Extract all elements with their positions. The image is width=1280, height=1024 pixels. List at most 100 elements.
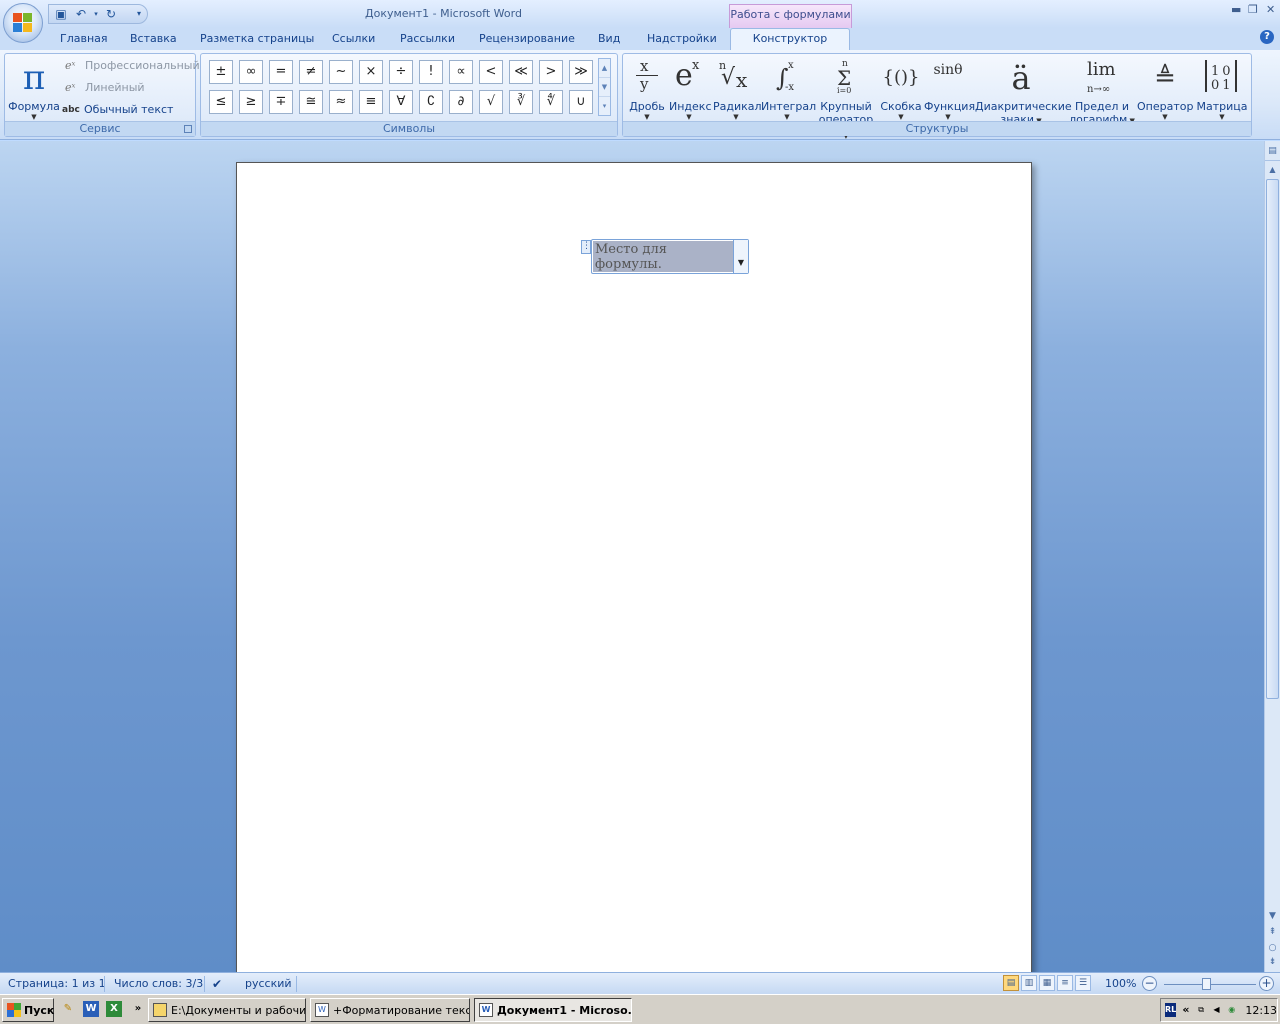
- undo-dropdown-icon[interactable]: ▾: [93, 6, 99, 22]
- page-count[interactable]: Страница: 1 из 1: [8, 977, 106, 990]
- minimize-icon[interactable]: ▬: [1231, 3, 1241, 16]
- index-button[interactable]: e x Индекс ▼: [669, 56, 712, 121]
- zoom-out-button[interactable]: −: [1142, 976, 1157, 991]
- tab-mailings[interactable]: Рассылки: [400, 32, 455, 45]
- radical-button[interactable]: n √ x Радикал ▼: [713, 56, 762, 121]
- ruler-toggle-icon[interactable]: ▤: [1265, 141, 1280, 161]
- taskbar-item-explorer[interactable]: E:\Документы и рабочи...: [148, 998, 306, 1022]
- symbol-button[interactable]: ∜: [539, 90, 563, 114]
- tab-review[interactable]: Рецензирование: [479, 32, 575, 45]
- clock[interactable]: 12:13: [1245, 1004, 1277, 1017]
- language-indicator[interactable]: русский: [245, 977, 292, 990]
- symbol-button[interactable]: ≡: [359, 90, 383, 114]
- office-button[interactable]: [3, 3, 43, 43]
- diacritics-button[interactable]: ä Диакритические знаки ▼: [975, 56, 1072, 128]
- symbol-button[interactable]: ±: [209, 60, 233, 84]
- antivirus-icon[interactable]: ◉: [1226, 1003, 1237, 1017]
- professional-button[interactable]: eˣ Профессиональный: [65, 59, 200, 72]
- volume-icon[interactable]: ◀: [1211, 1003, 1222, 1017]
- draft-icon[interactable]: ☰: [1075, 975, 1091, 991]
- start-button[interactable]: Пуск: [2, 998, 54, 1022]
- taskbar-item-document1[interactable]: W Документ1 - Microso...: [474, 998, 632, 1022]
- formula-button[interactable]: π Формула ▼: [7, 56, 61, 121]
- limit-log-button[interactable]: lim n→∞ Предел и логарифм ▼: [1069, 56, 1135, 128]
- symbol-button[interactable]: ≈: [329, 90, 353, 114]
- plain-text-button[interactable]: abc Обычный текст: [62, 103, 173, 116]
- tab-insert[interactable]: Вставка: [130, 32, 177, 45]
- print-layout-icon[interactable]: ▤: [1003, 975, 1019, 991]
- symbol-button[interactable]: =: [269, 60, 293, 84]
- scroll-up-icon[interactable]: ▲: [1266, 163, 1279, 177]
- undo-icon[interactable]: ↶: [73, 6, 89, 22]
- symbol-button[interactable]: ≠: [299, 60, 323, 84]
- symbol-button[interactable]: >: [539, 60, 563, 84]
- symbol-button[interactable]: ∝: [449, 60, 473, 84]
- symbol-button[interactable]: ≥: [239, 90, 263, 114]
- zoom-level[interactable]: 100%: [1105, 977, 1136, 990]
- function-button[interactable]: sinθ Функция ▼: [924, 56, 975, 121]
- matrix-button[interactable]: 10 01 Матрица ▼: [1195, 56, 1249, 121]
- fraction-button[interactable]: x y Дробь ▼: [627, 56, 667, 121]
- web-layout-icon[interactable]: ▦: [1039, 975, 1055, 991]
- tab-references[interactable]: Ссылки: [332, 32, 375, 45]
- zoom-in-button[interactable]: +: [1259, 976, 1274, 991]
- symbol-button[interactable]: ≫: [569, 60, 593, 84]
- outline-icon[interactable]: ≡: [1057, 975, 1073, 991]
- document-page[interactable]: ⋮ Место для формулы. ▼: [236, 162, 1032, 972]
- symbol-button[interactable]: ∂: [449, 90, 473, 114]
- proofing-icon[interactable]: ✔: [212, 977, 222, 991]
- symbol-button[interactable]: ∀: [389, 90, 413, 114]
- operator-button[interactable]: ≜ Оператор ▼: [1137, 56, 1193, 121]
- symbol-button[interactable]: ∛: [509, 90, 533, 114]
- symbol-button[interactable]: ÷: [389, 60, 413, 84]
- symbol-button[interactable]: <: [479, 60, 503, 84]
- network-icon[interactable]: ⧉: [1196, 1003, 1207, 1017]
- full-screen-reading-icon[interactable]: ▥: [1021, 975, 1037, 991]
- equation-container[interactable]: Место для формулы. ▼: [591, 239, 749, 274]
- scroll-thumb[interactable]: [1266, 179, 1279, 699]
- quicklaunch-more-icon[interactable]: »: [130, 1001, 146, 1017]
- symbol-button[interactable]: √: [479, 90, 503, 114]
- symbol-button[interactable]: ≤: [209, 90, 233, 114]
- redo-icon[interactable]: ↻: [103, 6, 119, 22]
- dialog-launcher-icon[interactable]: [184, 125, 192, 133]
- symbol-button[interactable]: !: [419, 60, 443, 84]
- vertical-scrollbar[interactable]: ▤ ▲ ▼ ⇞ ○ ⇟: [1264, 141, 1280, 972]
- browse-object-icon[interactable]: ○: [1265, 943, 1280, 953]
- language-bar-icon[interactable]: RL: [1165, 1003, 1177, 1017]
- previous-page-icon[interactable]: ⇞: [1265, 927, 1280, 937]
- folder-quicklaunch-icon[interactable]: ✎: [60, 1001, 76, 1017]
- equation-move-handle[interactable]: ⋮: [581, 240, 591, 254]
- equation-options-dropdown[interactable]: ▼: [733, 240, 748, 273]
- symbol-button[interactable]: ≪: [509, 60, 533, 84]
- scroll-down-icon[interactable]: ▼: [1265, 911, 1280, 921]
- customize-qat-icon[interactable]: ▾: [131, 6, 147, 22]
- next-page-icon[interactable]: ⇟: [1265, 957, 1280, 967]
- equation-placeholder[interactable]: Место для формулы.: [593, 241, 733, 272]
- taskbar-item-formatting-doc[interactable]: W +Форматирование текс...: [310, 998, 470, 1022]
- restore-icon[interactable]: ❐: [1248, 3, 1258, 16]
- gallery-down-icon[interactable]: ▼: [599, 78, 610, 97]
- word-count[interactable]: Число слов: 3/3: [114, 977, 203, 990]
- tab-home[interactable]: Главная: [60, 32, 108, 45]
- symbol-button[interactable]: ≅: [299, 90, 323, 114]
- tab-addins[interactable]: Надстройки: [647, 32, 717, 45]
- symbol-button[interactable]: ∞: [239, 60, 263, 84]
- word-quicklaunch-icon[interactable]: W: [83, 1001, 99, 1017]
- symbol-button[interactable]: ∁: [419, 90, 443, 114]
- gallery-up-icon[interactable]: ▲: [599, 59, 610, 78]
- symbol-button[interactable]: ×: [359, 60, 383, 84]
- integral-button[interactable]: ∫ x -x Интеграл ▼: [761, 56, 816, 121]
- help-icon[interactable]: ?: [1260, 30, 1274, 44]
- linear-button[interactable]: eˣ Линейный: [65, 81, 145, 94]
- bracket-button[interactable]: {()} Скобка ▼: [879, 56, 923, 121]
- close-icon[interactable]: ✕: [1266, 3, 1275, 16]
- tab-page-layout[interactable]: Разметка страницы: [200, 32, 314, 45]
- excel-quicklaunch-icon[interactable]: X: [106, 1001, 122, 1017]
- save-icon[interactable]: ▣: [53, 6, 69, 22]
- gallery-more-icon[interactable]: ▾: [599, 97, 610, 116]
- tray-expand-icon[interactable]: «: [1180, 1003, 1191, 1017]
- symbol-button[interactable]: ∓: [269, 90, 293, 114]
- tab-view[interactable]: Вид: [598, 32, 620, 45]
- zoom-slider-thumb[interactable]: [1202, 978, 1211, 990]
